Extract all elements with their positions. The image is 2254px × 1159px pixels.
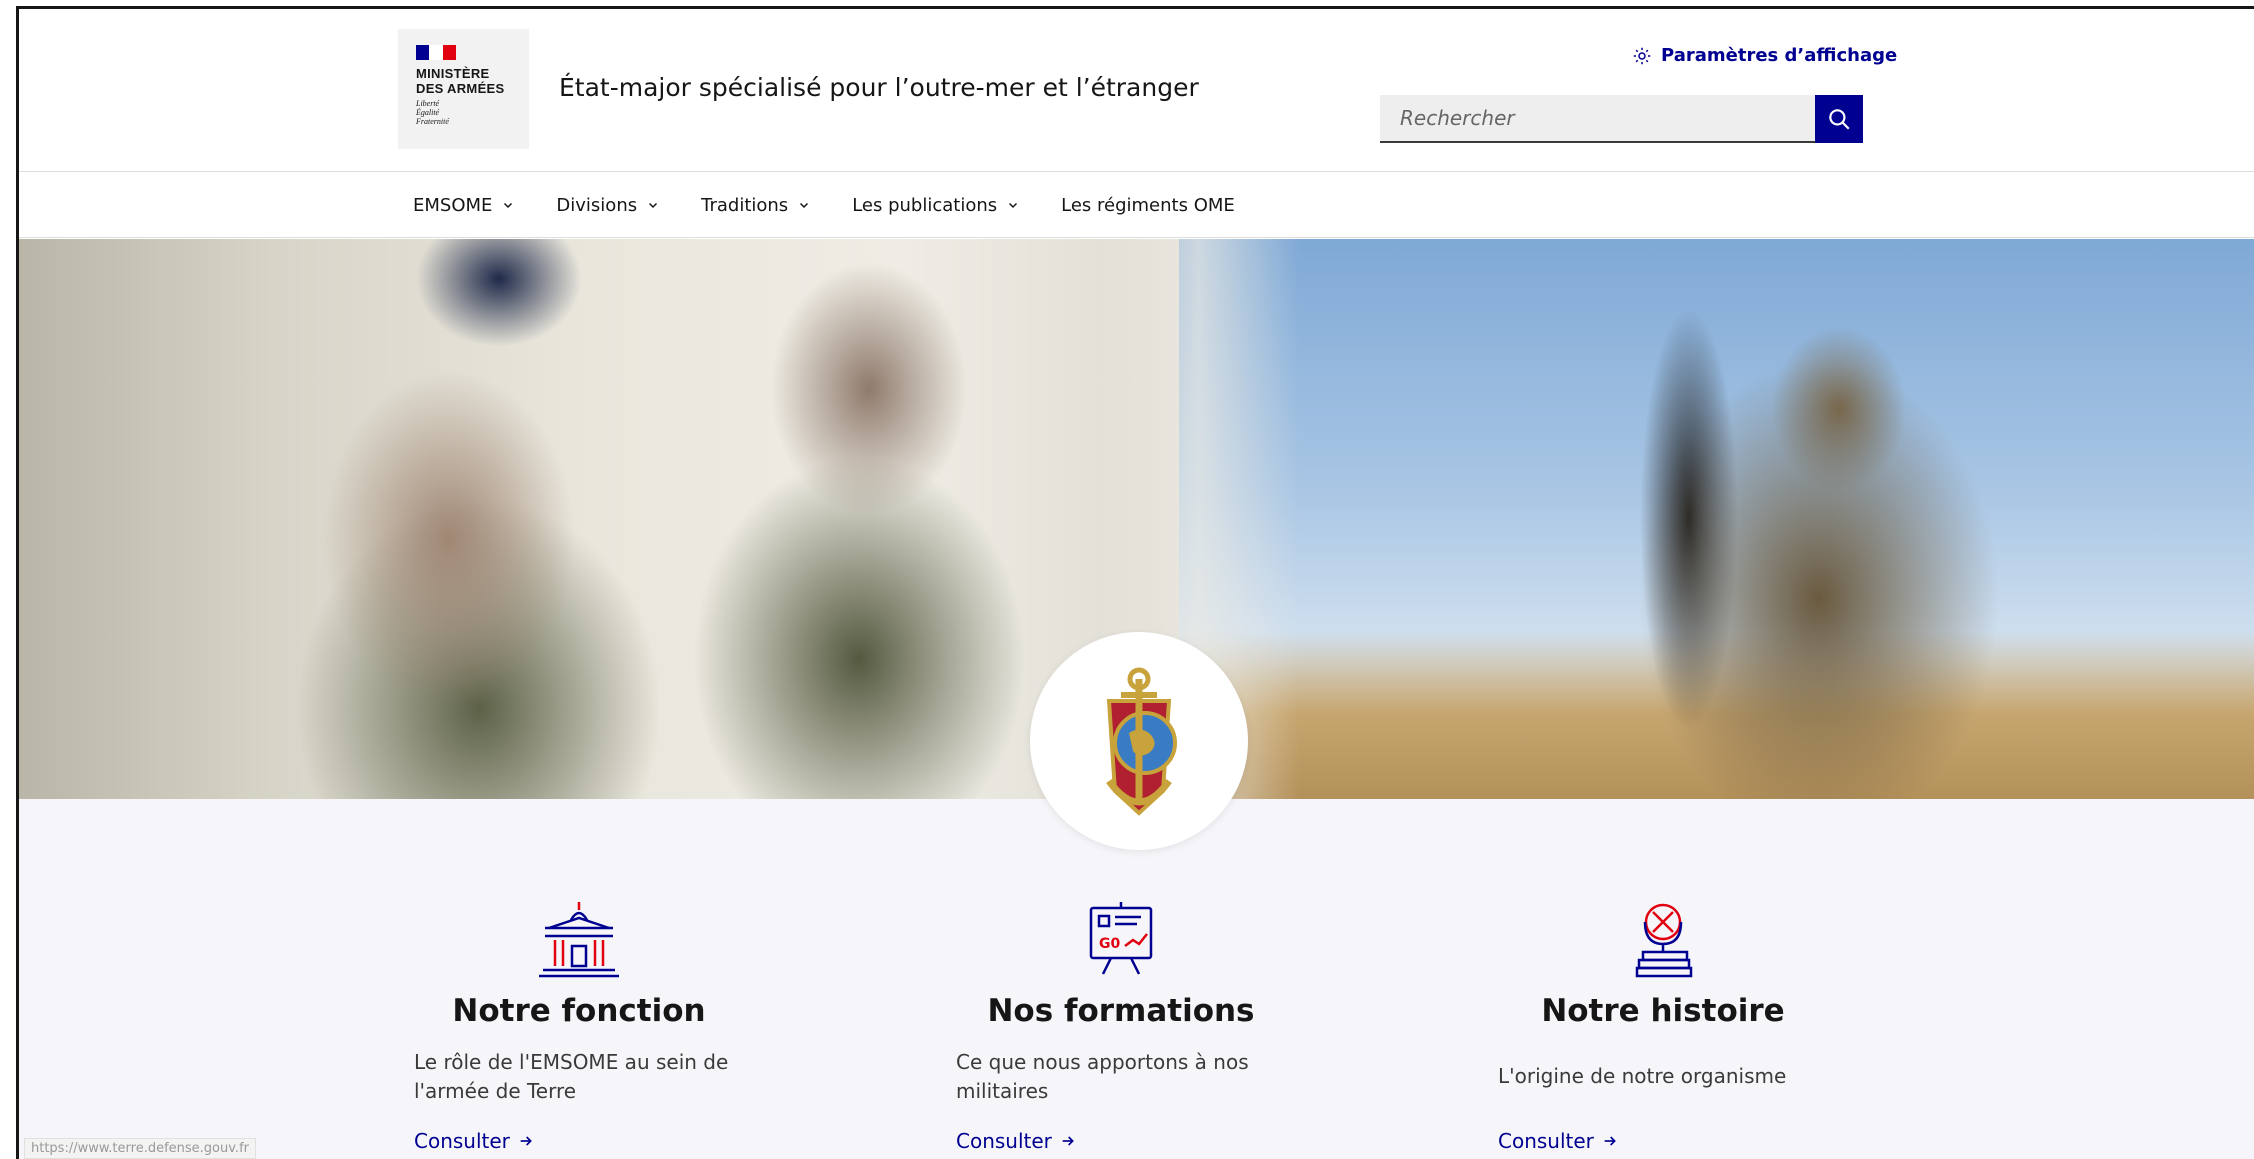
card-notre-histoire: Notre histoire L'origine de notre organi… [1498,900,1828,1153]
arrow-right-icon [1062,1136,1074,1146]
card-title: Nos formations [987,993,1255,1029]
history-globe-icon [1635,903,1693,978]
ministry-name: MINISTÈRE DES ARMÉES [416,66,505,96]
chevron-down-icon [504,202,513,209]
chevron-down-icon [800,202,809,209]
main-navigation: EMSOME Divisions Traditions Les publication… [19,172,2254,238]
chevron-down-icon [1009,202,1018,209]
consulter-label: Consulter [956,1129,1052,1153]
nav-item-traditions[interactable]: Traditions [701,195,852,216]
site-title[interactable]: État-major spécialisé pour l’outre-mer e… [559,73,1199,102]
nav-item-divisions[interactable]: Divisions [556,195,701,216]
arrow-right-icon [1604,1136,1616,1146]
consulter-label: Consulter [414,1129,510,1153]
consulter-link[interactable]: Consulter [956,1129,1076,1153]
nav-item-label: Les régiments OME [1061,194,1235,216]
card-nos-formations: G0 Nos formations Ce que nous apportons … [956,900,1286,1153]
search-button[interactable] [1815,95,1863,143]
svg-text:G0: G0 [1099,936,1120,952]
search-bar [1380,95,1863,143]
card-title: Notre fonction [452,993,706,1029]
card-description: Le rôle de l'EMSOME au sein de l'armée d… [414,1050,729,1103]
nav-item-emsome[interactable]: EMSOME [413,195,556,216]
nav-item-label: Les publications [852,194,998,216]
search-icon [1829,109,1850,130]
consulter-link[interactable]: Consulter [414,1129,534,1153]
nav-item-les-r-giments-ome[interactable]: Les régiments OME [1061,195,1277,216]
ministry-logo[interactable]: MINISTÈRE DES ARMÉES Liberté Égalité Fra… [398,29,529,149]
consulter-link[interactable]: Consulter [1498,1129,1618,1153]
government-building-icon [539,902,619,978]
training-board-icon: G0 [1089,902,1153,975]
nav-item-label: Traditions [701,194,789,216]
emsome-emblem [1030,632,1248,850]
nav-items: EMSOME Divisions Traditions Les publication… [413,172,1277,238]
nav-item-label: Divisions [556,194,638,216]
display-settings-button[interactable]: Paramètres d’affichage [1633,45,1897,66]
card-title: Notre histoire [1541,993,1785,1029]
chevron-down-icon [649,202,658,209]
hero-image-soldier-armed [1179,239,2254,799]
card-description: Ce que nous apportons à nos militaires [956,1050,1249,1103]
browser-frame: MINISTÈRE DES ARMÉES Liberté Égalité Fra… [0,0,2254,1159]
nav-item-label: EMSOME [413,194,493,216]
display-settings-label: Paramètres d’affichage [1661,45,1898,66]
nav-item-les-publications[interactable]: Les publications [852,195,1061,216]
search-input[interactable] [1380,95,1815,143]
site-header: MINISTÈRE DES ARMÉES Liberté Égalité Fra… [19,9,2254,172]
republic-motto: Liberté Égalité Fraternité [416,99,449,126]
emsome-insignia-icon [1106,667,1177,816]
consulter-label: Consulter [1498,1129,1594,1153]
arrow-right-icon [520,1136,532,1146]
card-description: L'origine de notre organisme [1498,1064,1787,1088]
card-notre-fonction: Notre fonction Le rôle de l'EMSOME au se… [414,900,744,1153]
french-flag-icon [416,45,456,60]
sun-icon [1633,47,1651,64]
browser-status-url: https://www.terre.defense.gouv.fr [24,1138,256,1159]
